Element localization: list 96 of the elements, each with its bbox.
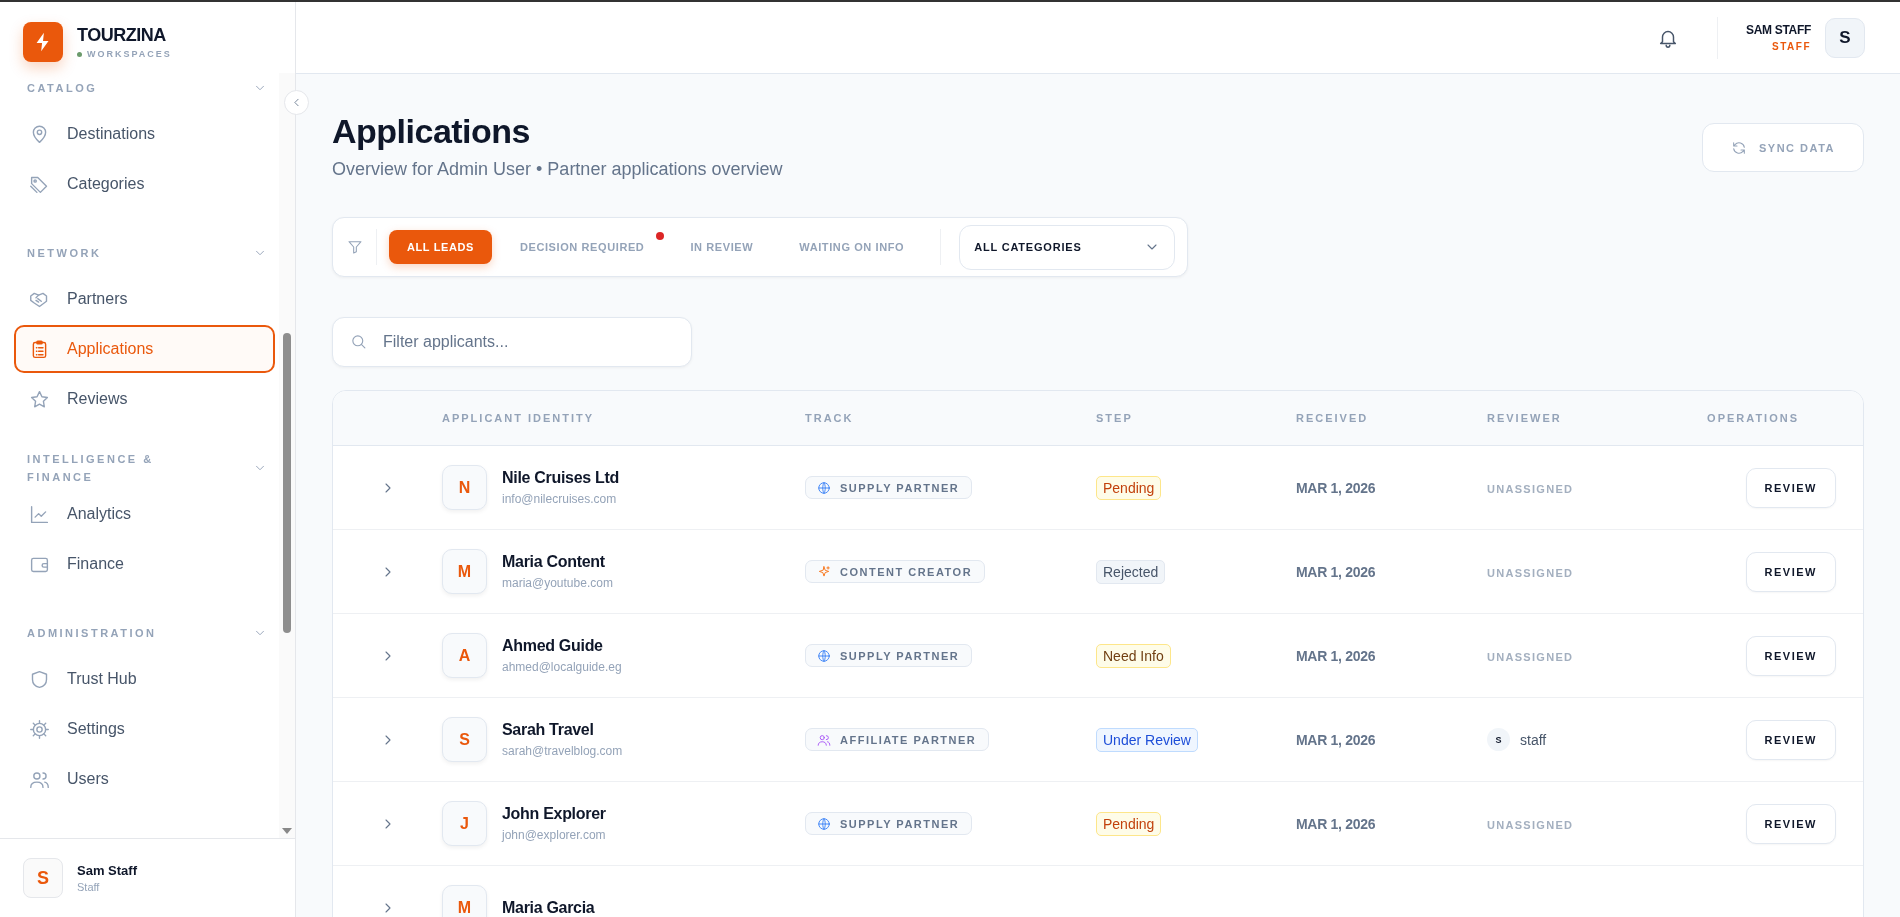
- column-header: APPLICANT IDENTITY: [442, 412, 596, 424]
- table-row[interactable]: M Maria Garcia: [333, 866, 1863, 917]
- applicant-email: ahmed@localguide.eg: [502, 660, 622, 674]
- table-row[interactable]: M Maria Content maria@youtube.com CONTENT CREATOR Rejected MAR 1, 2026 UNASSIGNED REVIEW: [333, 530, 1863, 614]
- applicant-avatar: A: [442, 633, 487, 678]
- track-tag: SUPPLY PARTNER: [805, 812, 973, 835]
- review-button[interactable]: REVIEW: [1745, 803, 1836, 844]
- applicant-email: info@nilecruises.com: [502, 492, 618, 506]
- column-header: STEP: [1096, 412, 1134, 424]
- filter-tab[interactable]: ALL LEADS: [389, 230, 492, 264]
- applicant-name: Sarah Travel: [502, 721, 595, 739]
- column-header: REVIEWER: [1487, 412, 1563, 424]
- step-status: Pending: [1096, 811, 1162, 836]
- column-header: TRACK: [805, 412, 855, 424]
- nav-item[interactable]: Finance: [14, 540, 275, 588]
- nav-item[interactable]: Reviews: [14, 375, 275, 423]
- review-button[interactable]: REVIEW: [1745, 467, 1836, 508]
- reviewer-name: staff: [1520, 731, 1547, 748]
- page-title: Applications: [332, 112, 532, 151]
- reviewer-status: UNASSIGNED: [1487, 650, 1574, 663]
- review-button[interactable]: REVIEW: [1745, 635, 1836, 676]
- user-avatar: S: [23, 858, 63, 898]
- reviewer-avatar: S: [1487, 728, 1510, 751]
- step-status: Rejected: [1096, 559, 1166, 584]
- step-status: Under Review: [1096, 727, 1198, 752]
- search-field[interactable]: Filter applicants...: [332, 317, 692, 367]
- applicant-email: sarah@travelblog.com: [502, 744, 623, 758]
- section-title: ADMINISTRATION: [27, 626, 157, 641]
- column-header: RECEIVED: [1296, 412, 1370, 424]
- reviewer-status: UNASSIGNED: [1487, 818, 1574, 831]
- column-header: OPERATIONS: [1707, 412, 1800, 424]
- section-title: NETWORK: [27, 246, 102, 261]
- received-date: MAR 1, 2026: [1296, 815, 1376, 832]
- track-tag: CONTENT CREATOR: [805, 560, 986, 583]
- applicant-name: Maria Garcia: [502, 898, 595, 917]
- reviewer-status: UNASSIGNED: [1487, 482, 1574, 495]
- applicant-avatar: J: [442, 801, 487, 846]
- settings-icon: [29, 718, 50, 740]
- sparkle-icon: [817, 564, 831, 579]
- nav-item[interactable]: Partners: [14, 275, 275, 323]
- section-title: INTELLIGENCE & FINANCE: [27, 452, 155, 485]
- nav-item[interactable]: Trust Hub: [14, 655, 275, 703]
- user-avatar-button[interactable]: S: [1825, 17, 1865, 58]
- brand-subtitle: WORKSPACES: [87, 49, 172, 59]
- page-subtitle: Overview for Admin User • Partner applications overview: [332, 159, 783, 180]
- applicant-email: john@explorer.com: [502, 828, 606, 842]
- nav-item[interactable]: Categories: [14, 160, 275, 208]
- applicant-avatar: S: [442, 717, 487, 762]
- globe-icon: [817, 816, 831, 831]
- table-row[interactable]: A Ahmed Guide ahmed@localguide.eg SUPPLY PARTNER Need Info MAR 1, 2026 UNASSIGNED REVIEW: [333, 614, 1863, 698]
- status-dot: [77, 51, 82, 57]
- applicant-name: Nile Cruises Ltd: [502, 469, 619, 487]
- filter-icon: [346, 239, 363, 255]
- shield-icon: [29, 668, 50, 690]
- applicant-avatar: N: [442, 465, 487, 510]
- refresh-icon: [1730, 139, 1747, 156]
- step-status: Need Info: [1096, 643, 1171, 668]
- search-icon: [350, 333, 367, 350]
- users-icon: [817, 732, 831, 747]
- user-name: Sam Staff: [77, 863, 137, 878]
- received-date: MAR 1, 2026: [1296, 563, 1376, 580]
- nav-item[interactable]: Destinations: [14, 110, 275, 158]
- review-button[interactable]: REVIEW: [1745, 719, 1836, 760]
- track-tag: SUPPLY PARTNER: [805, 644, 973, 667]
- received-date: MAR 1, 2026: [1296, 731, 1376, 748]
- nav-item[interactable]: Settings: [14, 705, 275, 753]
- globe-icon: [817, 648, 831, 663]
- globe-icon: [817, 480, 831, 495]
- alert-dot: [656, 232, 665, 240]
- user-role: STAFF: [1771, 41, 1811, 52]
- user-name: SAM STAFF: [1745, 23, 1811, 37]
- applicant-name: Maria Content: [502, 553, 606, 571]
- table-row[interactable]: J John Explorer john@explorer.com SUPPLY PARTNER Pending MAR 1, 2026 UNASSIGNED REVIEW: [333, 782, 1863, 866]
- star-icon: [29, 388, 50, 410]
- step-status: Pending: [1096, 475, 1162, 500]
- nav-item[interactable]: Analytics: [14, 490, 275, 538]
- applicant-avatar: M: [442, 885, 487, 917]
- table-row[interactable]: N Nile Cruises Ltd info@nilecruises.com SUPPLY PARTNER Pending MAR 1, 2026 UNASSIGNED REVIEW: [333, 446, 1863, 530]
- track-tag: AFFILIATE PARTNER: [805, 728, 990, 751]
- brand-name: TOURZINA: [77, 25, 167, 46]
- line-chart-icon: [29, 503, 50, 525]
- received-date: MAR 1, 2026: [1296, 647, 1376, 664]
- track-tag: SUPPLY PARTNER: [805, 476, 973, 499]
- applicant-name: John Explorer: [502, 805, 606, 823]
- table-row[interactable]: S Sarah Travel sarah@travelblog.com AFFILIATE PARTNER Under Review MAR 1, 2026 S staff REVIEW: [333, 698, 1863, 782]
- nav-item[interactable]: Users: [14, 755, 275, 803]
- received-date: MAR 1, 2026: [1296, 479, 1376, 496]
- section-title: CATALOG: [27, 81, 98, 96]
- applicant-avatar: M: [442, 549, 487, 594]
- reviewer-status: UNASSIGNED: [1487, 566, 1574, 579]
- user-role: Staff: [77, 881, 101, 893]
- review-button[interactable]: REVIEW: [1745, 551, 1836, 592]
- scrollbar[interactable]: [279, 73, 295, 838]
- applicant-email: maria@youtube.com: [502, 576, 613, 590]
- category-dropdown[interactable]: ALL CATEGORIES: [959, 224, 1176, 270]
- applicant-name: Ahmed Guide: [502, 637, 604, 655]
